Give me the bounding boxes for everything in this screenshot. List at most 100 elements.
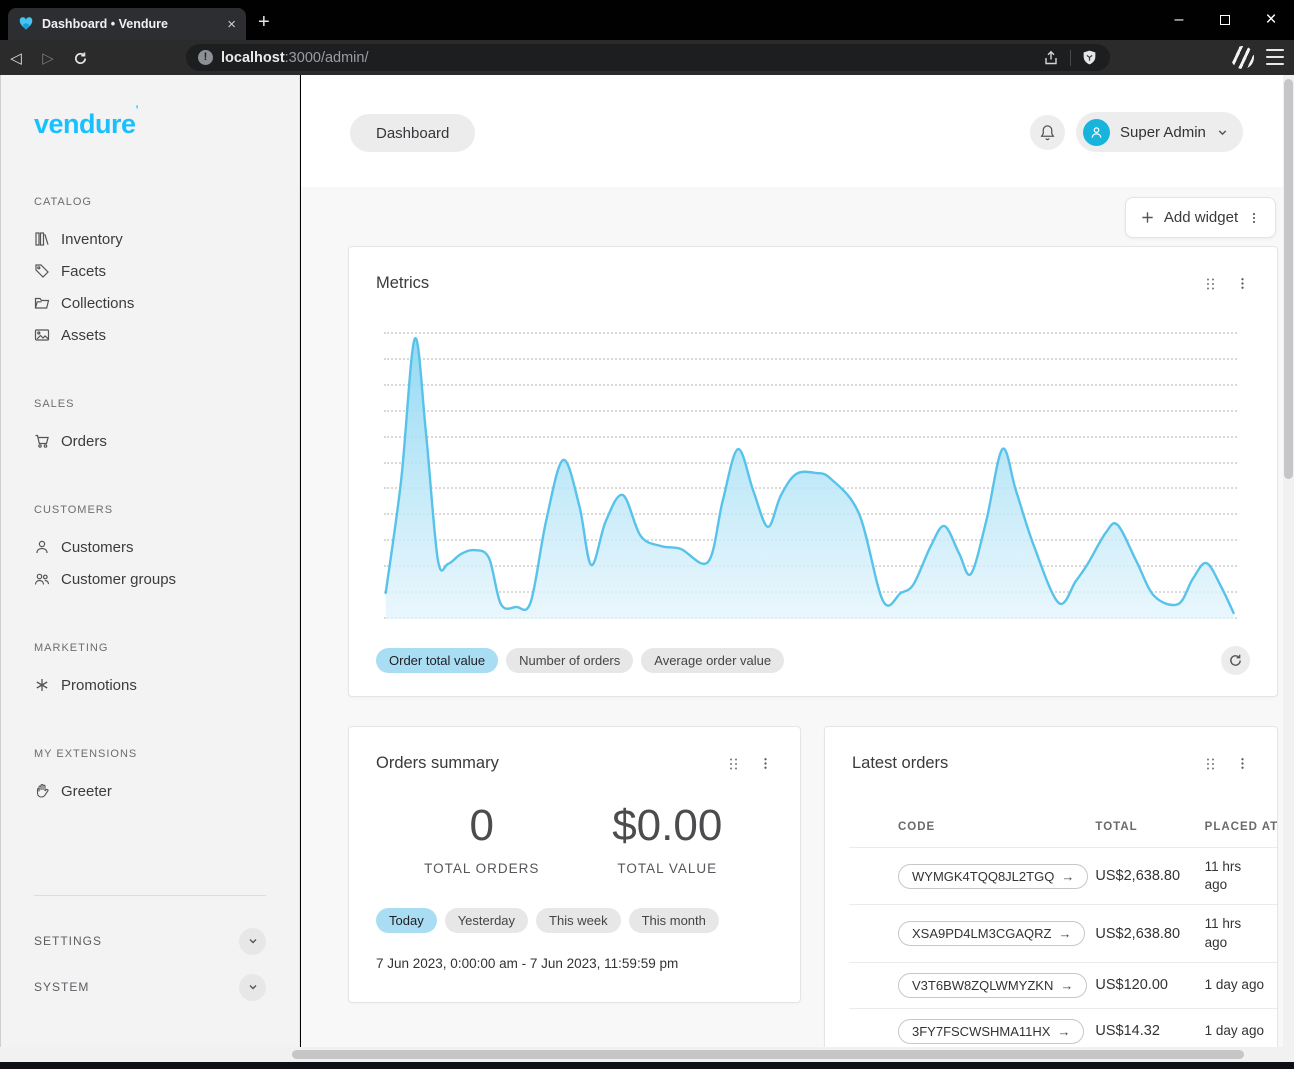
settings-expand-button[interactable] xyxy=(239,928,266,955)
range-yesterday[interactable]: Yesterday xyxy=(445,908,528,933)
breadcrumb[interactable]: Dashboard xyxy=(350,114,475,152)
sidebar-item-label: Promotions xyxy=(61,677,137,694)
reload-button[interactable] xyxy=(64,49,96,66)
order-total: US$120.00 xyxy=(1095,962,1204,1008)
sidebar-item-facets[interactable]: Facets xyxy=(34,255,266,287)
settings-label: SETTINGS xyxy=(34,934,102,948)
add-widget-button[interactable]: Add widget xyxy=(1125,197,1276,238)
browser-profile-avatar[interactable] xyxy=(1231,46,1254,69)
window-controls: – × xyxy=(1156,0,1294,40)
window-maximize-button[interactable] xyxy=(1202,0,1248,40)
range-today[interactable]: Today xyxy=(376,908,437,933)
total-orders-value: 0 xyxy=(389,801,575,851)
total-orders-label: TOTAL ORDERS xyxy=(389,861,575,876)
sidebar-item-label: Customer groups xyxy=(61,571,176,588)
sidebar-divider xyxy=(34,895,266,896)
range-this-week[interactable]: This week xyxy=(536,908,621,933)
tab-close-icon[interactable]: × xyxy=(227,17,236,32)
refresh-button[interactable] xyxy=(1221,646,1250,675)
tab-average-order-value[interactable]: Average order value xyxy=(641,648,784,673)
latest-orders-table: CODE TOTAL PLACED AT WYMGK4TQQ8JL2TGQ→ U… xyxy=(849,811,1278,1054)
vertical-scrollbar[interactable] xyxy=(1283,75,1294,1062)
table-row: V3T6BW8ZQLWMYZKN→ US$120.00 1 day ago xyxy=(849,962,1278,1008)
address-bar[interactable]: ! localhost:3000/admin/ xyxy=(186,44,1110,71)
vendure-favicon-icon xyxy=(18,16,34,32)
arrow-right-icon: → xyxy=(1058,926,1071,941)
main-content: Dashboard Super Admin Add widget Metrics xyxy=(301,75,1283,1062)
window-bottom-edge xyxy=(0,1062,1294,1069)
horizontal-scrollbar-thumb[interactable] xyxy=(292,1050,1244,1059)
latest-orders-title: Latest orders xyxy=(852,754,948,773)
order-code-link[interactable]: WYMGK4TQQ8JL2TGQ→ xyxy=(898,864,1088,889)
new-tab-button[interactable]: + xyxy=(258,12,270,32)
tab-title: Dashboard • Vendure xyxy=(42,17,219,31)
range-this-month[interactable]: This month xyxy=(629,908,719,933)
sidebar-item-promotions[interactable]: Promotions xyxy=(34,669,266,701)
back-button[interactable]: ◁ xyxy=(0,49,32,67)
user-menu[interactable]: Super Admin xyxy=(1076,112,1243,152)
kebab-menu-icon[interactable] xyxy=(1235,276,1250,291)
sidebar-item-inventory[interactable]: Inventory xyxy=(34,223,266,255)
arrow-right-icon: → xyxy=(1060,978,1073,993)
drag-handle-icon[interactable] xyxy=(1203,276,1218,292)
kebab-menu-icon[interactable] xyxy=(1235,756,1250,771)
brave-shield-icon[interactable] xyxy=(1081,49,1098,66)
sidebar-item-customers[interactable]: Customers xyxy=(34,531,266,563)
vendure-logo[interactable]: vendure’ xyxy=(34,109,266,140)
window-minimize-button[interactable]: – xyxy=(1156,0,1202,40)
sidebar-item-collections[interactable]: Collections xyxy=(34,287,266,319)
kebab-menu-icon[interactable] xyxy=(1247,211,1261,225)
notifications-button[interactable] xyxy=(1030,115,1065,150)
users-icon xyxy=(34,571,50,587)
kebab-menu-icon[interactable] xyxy=(758,756,773,771)
sidebar-item-assets[interactable]: Assets xyxy=(34,319,266,351)
site-info-icon[interactable]: ! xyxy=(198,50,213,65)
order-code-link[interactable]: V3T6BW8ZQLWMYZKN→ xyxy=(898,973,1087,998)
refresh-icon xyxy=(1228,653,1243,668)
system-expand-button[interactable] xyxy=(239,974,266,1001)
order-total: US$2,638.80 xyxy=(1095,905,1204,962)
metrics-title: Metrics xyxy=(376,274,429,293)
add-widget-label: Add widget xyxy=(1164,209,1238,226)
window-close-button[interactable]: × xyxy=(1248,0,1294,40)
table-row: WYMGK4TQQ8JL2TGQ→ US$2,638.80 11 hrs ago xyxy=(849,848,1278,905)
date-range-text: 7 Jun 2023, 0:00:00 am - 7 Jun 2023, 11:… xyxy=(376,956,678,971)
order-code-link[interactable]: XSA9PD4LM3CGAQRZ→ xyxy=(898,921,1085,946)
metrics-widget: Metrics Order total value Numbe xyxy=(348,246,1278,697)
browser-tab[interactable]: Dashboard • Vendure × xyxy=(8,8,246,40)
cart-icon xyxy=(34,433,50,449)
tab-number-of-orders[interactable]: Number of orders xyxy=(506,648,633,673)
chevron-down-icon xyxy=(1216,126,1229,139)
share-icon[interactable] xyxy=(1042,49,1060,67)
sidebar-item-orders[interactable]: Orders xyxy=(34,425,266,457)
total-value-value: $0.00 xyxy=(575,801,761,851)
order-placed-at: 1 day ago xyxy=(1205,962,1278,1008)
column-header-placed-at: PLACED AT xyxy=(1205,811,1278,848)
section-label-sales: SALES xyxy=(34,398,266,410)
sidebar-item-label: Collections xyxy=(61,295,134,312)
sidebar-section-system[interactable]: SYSTEM xyxy=(34,964,266,1010)
drag-handle-icon[interactable] xyxy=(1203,756,1218,772)
tab-order-total-value[interactable]: Order total value xyxy=(376,648,498,673)
sidebar-item-label: Facets xyxy=(61,263,106,280)
sidebar-item-customer-groups[interactable]: Customer groups xyxy=(34,563,266,595)
hand-icon xyxy=(34,783,50,799)
drag-handle-icon[interactable] xyxy=(726,756,741,772)
forward-button[interactable]: ▷ xyxy=(32,49,64,67)
order-total: US$2,638.80 xyxy=(1095,848,1204,905)
sidebar-item-label: Orders xyxy=(61,433,107,450)
tag-icon xyxy=(34,263,50,279)
order-code-link[interactable]: 3FY7FSCWSHMA11HX→ xyxy=(898,1019,1084,1044)
summary-stats: 0 TOTAL ORDERS $0.00 TOTAL VALUE xyxy=(349,773,800,876)
browser-menu-icon[interactable] xyxy=(1266,49,1284,65)
sidebar-item-label: Assets xyxy=(61,327,106,344)
sidebar: vendure’ CATALOG Inventory Facets Collec… xyxy=(0,75,300,1062)
order-placed-at: 11 hrs ago xyxy=(1205,848,1278,905)
sidebar-item-greeter[interactable]: Greeter xyxy=(34,775,266,807)
area-chart xyxy=(384,332,1237,619)
vertical-scrollbar-thumb[interactable] xyxy=(1284,79,1293,479)
user-icon xyxy=(1089,125,1104,140)
sidebar-section-settings[interactable]: SETTINGS xyxy=(34,918,266,964)
horizontal-scrollbar[interactable] xyxy=(0,1047,1283,1062)
avatar xyxy=(1083,119,1110,146)
